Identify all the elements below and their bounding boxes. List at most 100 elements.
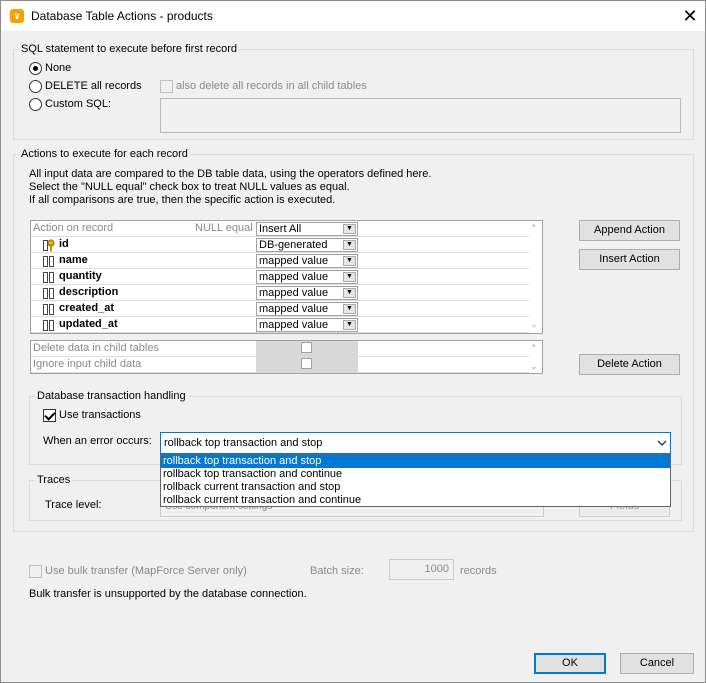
field-value: mapped value: [259, 255, 329, 267]
table-row: updated_at mapped value ▼: [31, 317, 529, 333]
traces-group-label: Traces: [35, 474, 73, 486]
field-value-select[interactable]: mapped value ▼: [256, 302, 358, 316]
header-action-on-record: Action on record: [33, 222, 114, 234]
radio-none-label[interactable]: None: [45, 62, 71, 74]
table-row: Delete data in child tables: [31, 341, 529, 357]
error-handling-value: rollback top transaction and stop: [164, 437, 323, 449]
delete-child-data-cell: [256, 341, 358, 357]
child-tables-grid: Delete data in child tables Ignore input…: [30, 340, 543, 374]
field-name: name: [59, 254, 88, 266]
header-null-equal: NULL equal: [195, 222, 253, 234]
actions-description-line-3: If all comparisons are true, then the sp…: [29, 194, 336, 206]
cancel-button[interactable]: Cancel: [620, 653, 694, 674]
custom-sql-textarea[interactable]: [160, 98, 681, 133]
error-handling-label: When an error occurs:: [43, 435, 152, 447]
actions-description-line-1: All input data are compared to the DB ta…: [29, 168, 432, 180]
batch-size-input[interactable]: 1000: [389, 559, 454, 580]
table-row: quantity mapped value ▼: [31, 269, 529, 285]
chevron-down-icon: ▼: [343, 320, 356, 330]
ignore-child-data-cell: [256, 357, 358, 373]
close-icon[interactable]: ✕: [677, 3, 703, 29]
field-value: mapped value: [259, 319, 329, 331]
table-row: name mapped value ▼: [31, 253, 529, 269]
chevron-down-icon: ▼: [343, 288, 356, 298]
ignore-child-data-checkbox[interactable]: [301, 358, 312, 369]
radio-delete-all-label[interactable]: DELETE all records: [45, 80, 142, 92]
field-value-select[interactable]: mapped value ▼: [256, 318, 358, 332]
radio-delete-all[interactable]: [29, 80, 42, 93]
append-action-button[interactable]: Append Action: [579, 220, 680, 241]
scroll-up-icon[interactable]: ⌃: [530, 223, 538, 233]
ignore-child-data-label: Ignore input child data: [33, 358, 142, 370]
use-bulk-checkbox[interactable]: [29, 565, 42, 578]
chevron-down-icon: ▼: [343, 256, 356, 266]
error-option[interactable]: rollback top transaction and continue: [161, 468, 670, 481]
chevron-down-icon: ▼: [343, 240, 356, 250]
radio-custom-sql[interactable]: [29, 98, 42, 111]
scroll-down-icon[interactable]: ⌄: [530, 319, 538, 329]
field-value-select[interactable]: DB-generated ▼: [256, 238, 358, 252]
insert-action-button[interactable]: Insert Action: [579, 249, 680, 270]
radio-custom-sql-label[interactable]: Custom SQL:: [45, 98, 111, 110]
field-value: mapped value: [259, 303, 329, 315]
chevron-down-icon: ▼: [343, 304, 356, 314]
error-handling-select[interactable]: rollback top transaction and stop: [160, 432, 671, 454]
error-handling-options: rollback top transaction and stop rollba…: [160, 454, 671, 507]
records-label: records: [460, 565, 497, 577]
scroll-down-icon[interactable]: ⌄: [530, 361, 538, 371]
delete-child-tables-checkbox[interactable]: [160, 80, 173, 93]
window-title: Database Table Actions - products: [31, 9, 213, 23]
bulk-note: Bulk transfer is unsupported by the data…: [29, 588, 307, 600]
field-icon: [43, 288, 54, 299]
transaction-group-label: Database transaction handling: [35, 390, 188, 402]
field-name: created_at: [59, 302, 115, 314]
database-table-actions-dialog: ∨ Database Table Actions - products ✕ SQ…: [0, 0, 706, 683]
chevron-down-icon: ▼: [343, 224, 356, 234]
ok-button[interactable]: OK: [534, 653, 606, 674]
radio-none[interactable]: [29, 62, 42, 75]
sql-before-group-label: SQL statement to execute before first re…: [19, 43, 240, 55]
field-value-select[interactable]: mapped value ▼: [256, 286, 358, 300]
use-transactions-checkbox[interactable]: [43, 409, 56, 422]
field-name: description: [59, 286, 119, 298]
chevron-down-icon: ▼: [343, 272, 356, 282]
field-value-select[interactable]: mapped value ▼: [256, 270, 358, 284]
field-icon: [43, 320, 54, 331]
scroll-up-icon[interactable]: ⌃: [530, 343, 538, 353]
delete-child-tables-label: also delete all records in all child tab…: [176, 80, 367, 92]
actions-group-label: Actions to execute for each record: [19, 148, 190, 160]
use-bulk-label: Use bulk transfer (MapForce Server only): [45, 565, 247, 577]
table-row: description mapped value ▼: [31, 285, 529, 301]
field-value: mapped value: [259, 287, 329, 299]
field-icon: [43, 272, 54, 283]
action-type-select[interactable]: Insert All ▼: [256, 222, 358, 236]
delete-child-data-label: Delete data in child tables: [33, 342, 159, 354]
table-row: id DB-generated ▼: [31, 237, 529, 253]
use-transactions-label[interactable]: Use transactions: [59, 409, 141, 421]
batch-size-label: Batch size:: [310, 565, 364, 577]
app-logo-icon: ∨: [10, 9, 24, 23]
chevron-down-icon: [657, 440, 667, 446]
field-name: quantity: [59, 270, 102, 282]
primary-key-icon: [43, 239, 55, 252]
trace-level-label: Trace level:: [45, 499, 102, 511]
table-row: created_at mapped value ▼: [31, 301, 529, 317]
field-value-select[interactable]: mapped value ▼: [256, 254, 358, 268]
field-icon: [43, 256, 54, 267]
title-bar: ∨ Database Table Actions - products ✕: [1, 1, 705, 31]
delete-child-data-checkbox[interactable]: [301, 342, 312, 353]
delete-action-button[interactable]: Delete Action: [579, 354, 680, 375]
actions-description-line-2: Select the "NULL equal" check box to tre…: [29, 181, 350, 193]
field-value: mapped value: [259, 271, 329, 283]
action-grid: Action on record NULL equal Insert All ▼…: [30, 220, 543, 334]
grid-header-row: Action on record NULL equal Insert All ▼: [31, 221, 529, 237]
error-option[interactable]: rollback top transaction and stop: [161, 455, 670, 468]
field-name: id: [59, 238, 69, 250]
error-option[interactable]: rollback current transaction and continu…: [161, 494, 670, 507]
error-option[interactable]: rollback current transaction and stop: [161, 481, 670, 494]
field-icon: [43, 304, 54, 315]
action-type-value: Insert All: [259, 223, 302, 235]
field-value: DB-generated: [259, 239, 328, 251]
table-row: Ignore input child data: [31, 357, 529, 373]
field-name: updated_at: [59, 318, 118, 330]
